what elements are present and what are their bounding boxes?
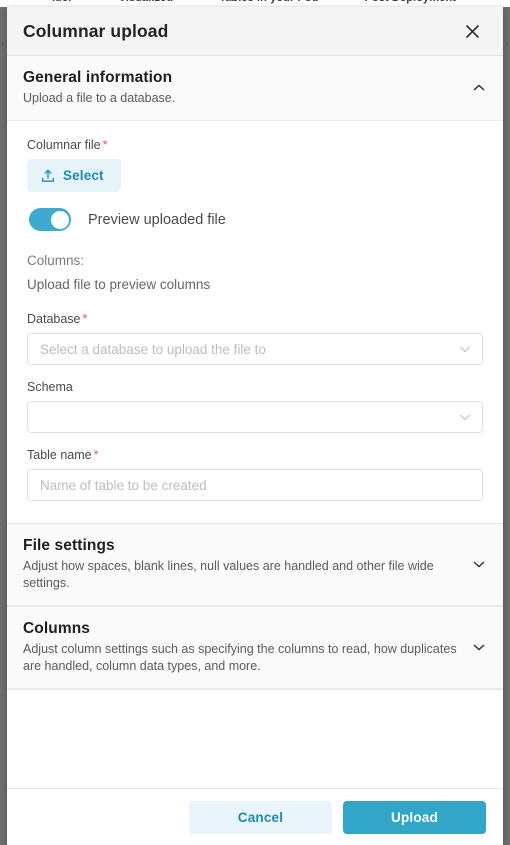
backdrop-tab-2[interactable]: Tables in your Pod <box>219 0 318 4</box>
dialog-title: Columnar upload <box>23 20 169 41</box>
database-required-marker: * <box>82 312 88 326</box>
select-file-button[interactable]: Select <box>27 159 121 192</box>
database-select-placeholder: Select a database to upload the file to <box>40 341 266 357</box>
database-label: Database * <box>27 311 483 327</box>
cancel-button[interactable]: Cancel <box>189 800 332 834</box>
schema-label-text: Schema <box>27 380 73 394</box>
schema-select[interactable] <box>27 401 483 433</box>
dialog-empty-space <box>7 690 503 788</box>
dialog-footer: Cancel Upload <box>7 788 503 845</box>
preview-uploaded-file-toggle[interactable] <box>29 208 71 231</box>
chevron-down-icon <box>458 334 472 364</box>
section-columns: Columns Adjust column settings such as s… <box>7 607 503 690</box>
dialog-body: General information Upload a file to a d… <box>7 56 503 788</box>
field-table-name: Table name * <box>27 447 483 501</box>
chevron-down-icon[interactable] <box>471 639 487 655</box>
columnar-file-required-marker: * <box>102 138 108 152</box>
preview-uploaded-file-label: Preview uploaded file <box>88 211 226 228</box>
dialog-header: Columnar upload <box>7 7 503 56</box>
field-database: Database * Select a database to upload th… <box>27 311 483 365</box>
backdrop-tab-3[interactable]: Post Deployment <box>365 0 456 4</box>
columns-preview-block: Columns: Upload file to preview columns <box>27 249 483 297</box>
section-general-information: General information Upload a file to a d… <box>7 56 503 524</box>
section-columns-subtitle: Adjust column settings such as specifyin… <box>23 642 457 673</box>
close-icon[interactable] <box>459 18 485 44</box>
backdrop-scroll-left-icon[interactable]: ‹ <box>1 38 5 50</box>
section-file-settings: File settings Adjust how spaces, blank l… <box>7 524 503 607</box>
chevron-down-icon <box>458 402 472 432</box>
section-columns-title: Columns <box>23 620 91 637</box>
field-columnar-file: Columnar file * Select <box>27 137 483 192</box>
columnar-file-label-text: Columnar file <box>27 138 101 152</box>
table-name-required-marker: * <box>93 448 99 462</box>
section-file-settings-texts: File settings Adjust how spaces, blank l… <box>23 536 471 592</box>
upload-icon <box>41 168 55 183</box>
preview-uploaded-file-row: Preview uploaded file <box>29 208 483 231</box>
section-general-information-texts: General information Upload a file to a d… <box>23 68 471 107</box>
chevron-up-icon[interactable] <box>471 80 487 96</box>
section-file-settings-subtitle: Adjust how spaces, blank lines, null val… <box>23 559 434 590</box>
table-name-label: Table name * <box>27 447 483 463</box>
section-columns-texts: Columns Adjust column settings such as s… <box>23 619 471 675</box>
database-select[interactable]: Select a database to upload the file to <box>27 333 483 365</box>
field-schema: Schema <box>27 379 483 433</box>
section-file-settings-header[interactable]: File settings Adjust how spaces, blank l… <box>7 524 503 606</box>
backdrop-tab-0[interactable]: Ider <box>52 0 73 4</box>
columns-preview-label: Columns: <box>27 253 85 268</box>
backdrop-scroll-right-icon[interactable]: › <box>505 38 509 50</box>
table-name-input[interactable] <box>27 469 483 501</box>
section-general-information-content: Columnar file * Select Preview uploaded … <box>7 121 503 523</box>
backdrop-tab-strip: Ider Visualized Tables in your Pod Post … <box>0 0 510 7</box>
columnar-file-label: Columnar file * <box>27 137 483 153</box>
section-columns-header[interactable]: Columns Adjust column settings such as s… <box>7 607 503 689</box>
schema-label: Schema <box>27 379 483 395</box>
columnar-upload-dialog: Columnar upload General information Uplo… <box>7 7 503 845</box>
section-general-information-header[interactable]: General information Upload a file to a d… <box>7 56 503 121</box>
table-name-label-text: Table name <box>27 448 92 462</box>
database-label-text: Database <box>27 312 81 326</box>
chevron-down-icon[interactable] <box>471 556 487 572</box>
backdrop-tab-1[interactable]: Visualized <box>119 0 174 4</box>
upload-button[interactable]: Upload <box>343 800 486 834</box>
section-file-settings-title: File settings <box>23 537 115 554</box>
section-general-information-subtitle: Upload a file to a database. <box>23 91 176 105</box>
columns-preview-value: Upload file to preview columns <box>27 277 211 292</box>
section-general-information-title: General information <box>23 69 173 86</box>
select-file-button-label: Select <box>63 168 104 183</box>
